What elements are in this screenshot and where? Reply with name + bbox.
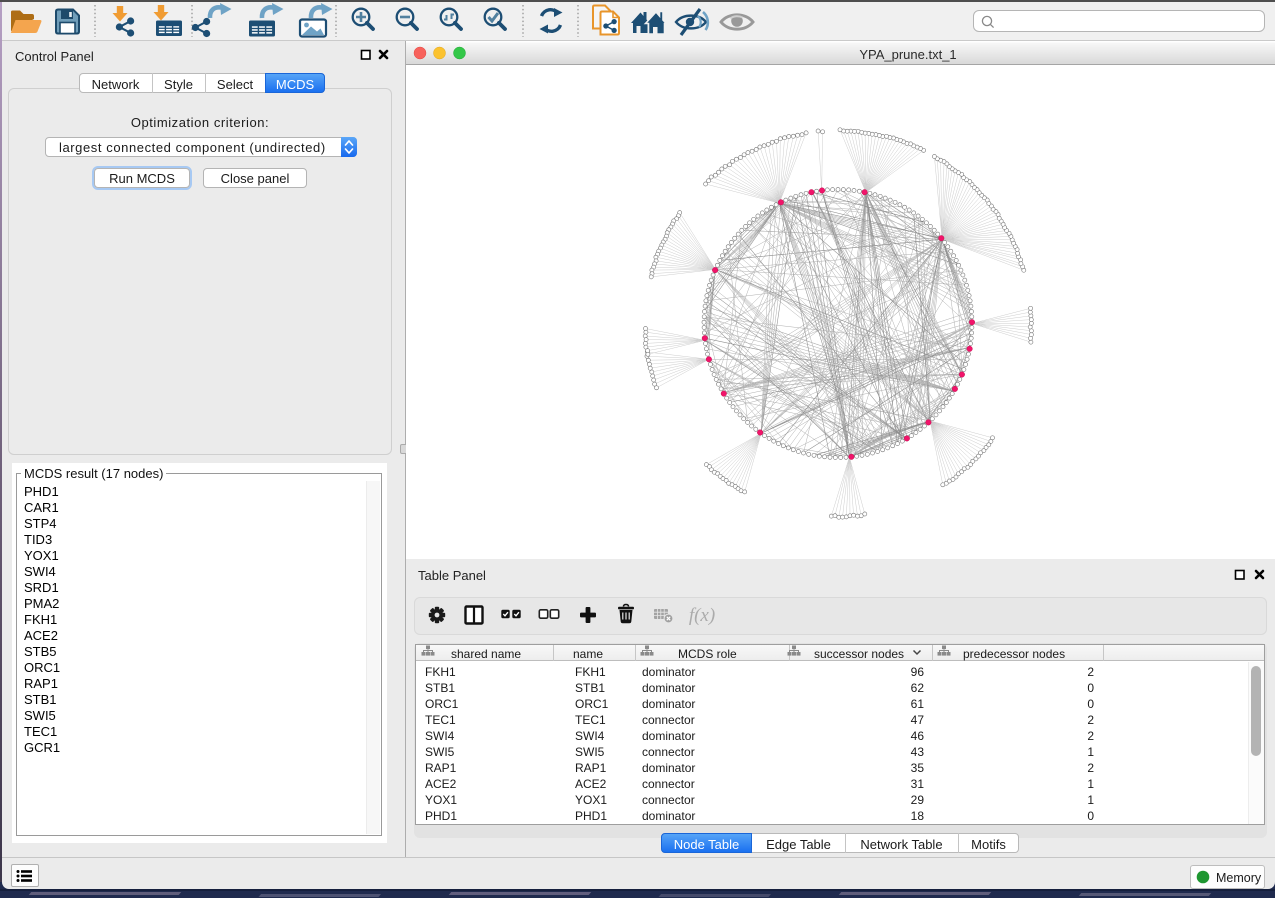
svg-text:f(x): f(x) [689,605,715,626]
